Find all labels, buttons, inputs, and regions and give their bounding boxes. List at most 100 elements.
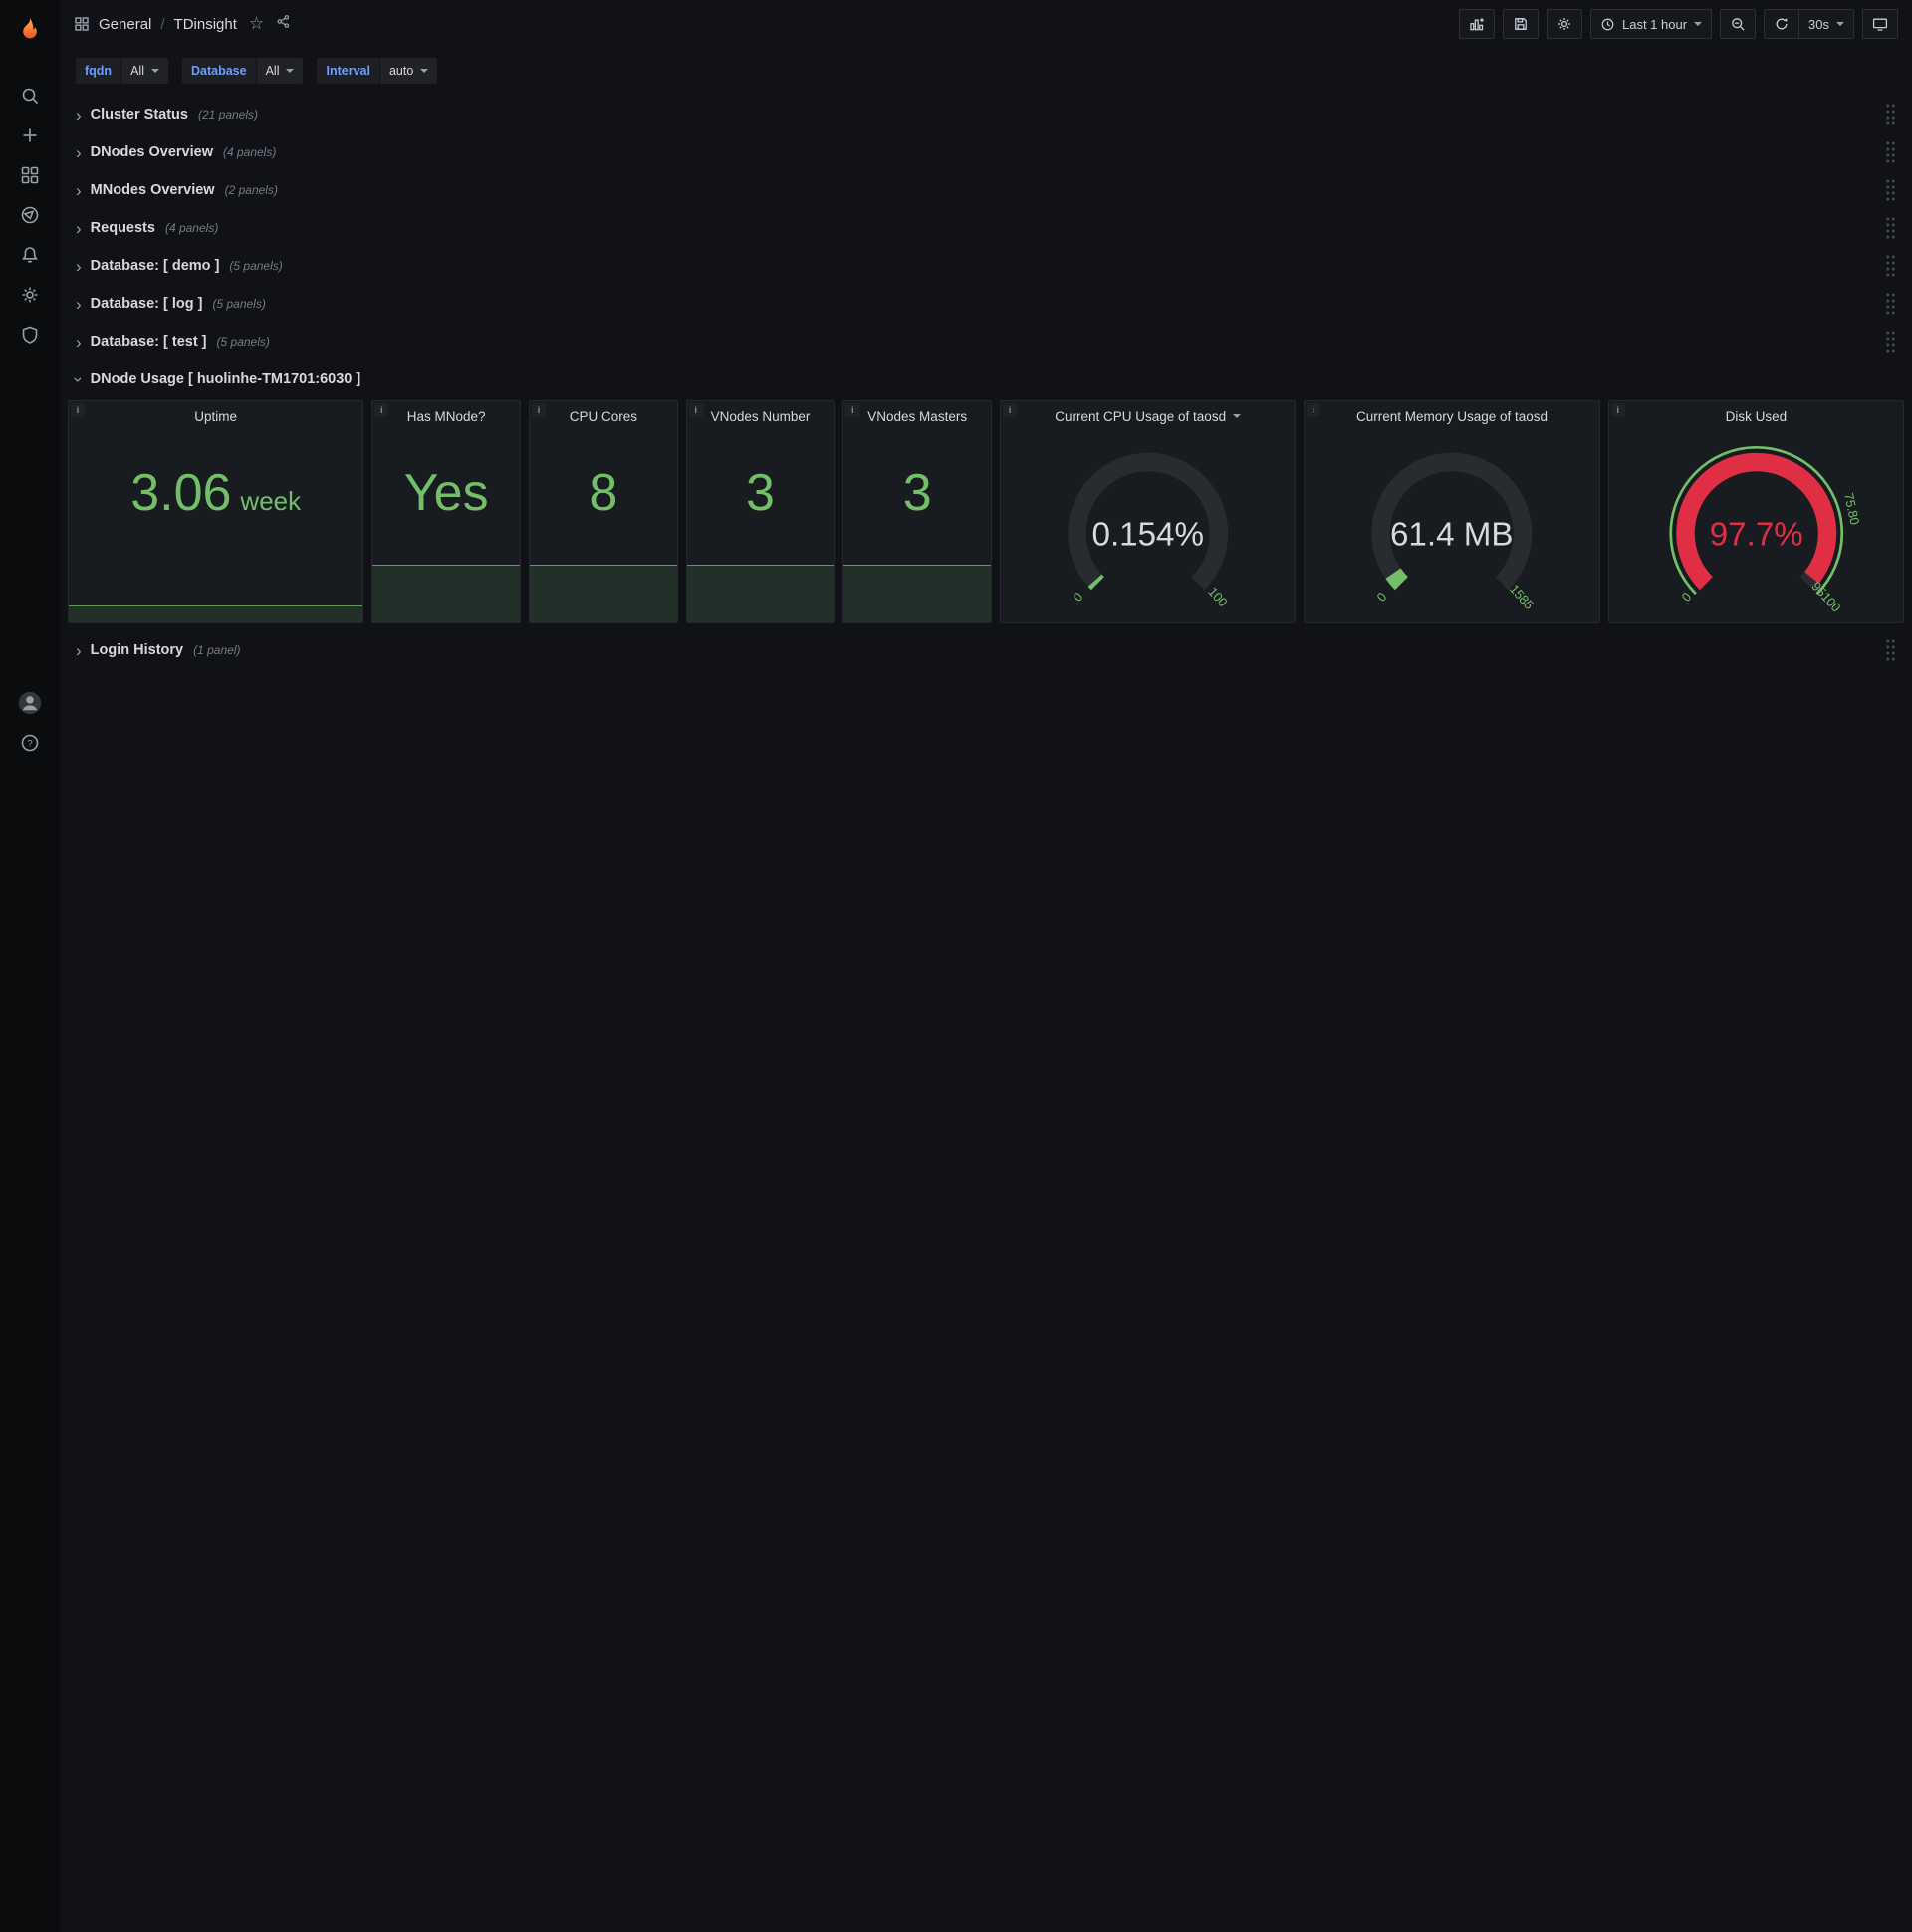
breadcrumb-folder[interactable]: General: [99, 16, 151, 33]
dashboard-row-dnode-usage[interactable]: › DNode Usage [ huolinhe-TM1701:6030 ]: [68, 361, 1904, 398]
stat-panel-cpu-cores: i CPU Cores 8: [529, 400, 678, 623]
stat-panels-row: i Uptime 3.06 week i Has MNode? Yes i CPU Cores 8…: [68, 400, 1904, 623]
time-range-picker[interactable]: Last 1 hour: [1589, 9, 1713, 39]
row-title: DNodes Overview: [90, 144, 213, 160]
dashboard-settings-button[interactable]: [1546, 9, 1582, 39]
collapsed-rows-bottom: › Login History (1 panel): [68, 631, 1904, 669]
configuration-gear-icon[interactable]: [8, 275, 52, 315]
dashboard-body: › Cluster Status (21 panels) › DNodes Overvi…: [60, 94, 1912, 1932]
row-panel-count: (1 panel): [193, 643, 241, 657]
share-icon[interactable]: [276, 14, 291, 34]
server-admin-shield-icon[interactable]: [8, 315, 52, 355]
main-area: General / TDinsight ☆ Last 1 hour 30s fq…: [60, 0, 1912, 1932]
dashboard-row-database-demo[interactable]: › Database: [ demo ] (5 panels): [68, 247, 1904, 285]
dashboard-row-login-history[interactable]: › Login History (1 panel): [68, 631, 1904, 669]
chevron-right-icon: ›: [76, 105, 82, 124]
variable-value-dropdown-interval[interactable]: auto: [379, 58, 438, 84]
stat-panel-vnodes-masters: i VNodes Masters 3: [842, 400, 993, 623]
refresh-button[interactable]: [1764, 9, 1800, 39]
row-panel-count: (4 panels): [164, 221, 219, 235]
gauge-panel-disk-used-header[interactable]: Disk Used: [1609, 401, 1903, 431]
chevron-right-icon: ›: [76, 180, 82, 200]
refresh-interval-label: 30s: [1808, 16, 1829, 32]
dashboard-row-database-test[interactable]: › Database: [ test ] (5 panels): [68, 323, 1904, 361]
variable-interval: Interval auto: [317, 58, 438, 84]
row-drag-handle[interactable]: [1885, 178, 1896, 202]
save-dashboard-button[interactable]: [1502, 9, 1539, 39]
row-title: Database: [ demo ]: [90, 258, 220, 274]
gauge-panel-current-memory-usage-of-taosd: i Current Memory Usage of taosd 0 1585 61.4 …: [1304, 400, 1600, 623]
add-panel-button[interactable]: [1458, 9, 1495, 39]
svg-text:0: 0: [1070, 589, 1085, 604]
row-drag-handle[interactable]: [1885, 292, 1896, 316]
dashboard-row-database-log[interactable]: › Database: [ log ] (5 panels): [68, 285, 1904, 323]
row-drag-handle[interactable]: [1885, 254, 1896, 278]
breadcrumb-dashboard-title[interactable]: TDinsight: [174, 16, 237, 33]
search-icon[interactable]: [8, 76, 52, 116]
gauge-panel-current-cpu-usage-of-taosd-header[interactable]: Current CPU Usage of taosd: [1001, 401, 1295, 431]
row-drag-handle[interactable]: [1885, 638, 1896, 662]
svg-text:0.154%: 0.154%: [1091, 516, 1203, 553]
svg-text:75.80: 75.80: [1841, 491, 1862, 526]
chevron-right-icon: ›: [76, 332, 82, 352]
svg-text:1585: 1585: [1507, 581, 1537, 611]
user-avatar[interactable]: [8, 683, 52, 723]
stat-sparkline: [686, 565, 835, 622]
chevron-down-icon: [1836, 22, 1844, 26]
gauge-panel-current-memory-usage-of-taosd-header[interactable]: Current Memory Usage of taosd: [1305, 401, 1598, 431]
dashboard-row-requests[interactable]: › Requests (4 panels): [68, 209, 1904, 247]
stat-body: 3: [686, 431, 835, 622]
stat-body: 3.06 week: [69, 431, 363, 622]
stat-body: 8: [530, 431, 677, 622]
alerting-bell-icon[interactable]: [8, 235, 52, 275]
row-drag-handle[interactable]: [1885, 216, 1896, 240]
dashboard-row-cluster-status[interactable]: › Cluster Status (21 panels): [68, 96, 1904, 133]
stat-value: 3.06: [130, 464, 232, 522]
row-drag-handle[interactable]: [1885, 140, 1896, 164]
chevron-right-icon: ›: [76, 294, 82, 314]
row-title: Login History: [90, 642, 184, 658]
stat-panel-has-mnode-header[interactable]: Has MNode?: [372, 401, 520, 431]
variable-label-interval[interactable]: Interval: [317, 58, 379, 84]
topnav-actions: Last 1 hour 30s: [1458, 9, 1898, 39]
dashboard-row-dnodes-overview[interactable]: › DNodes Overview (4 panels): [68, 133, 1904, 171]
chevron-down-icon: [286, 69, 295, 73]
gauge-panel-current-memory-usage-of-taosd-title: Current Memory Usage of taosd: [1355, 408, 1549, 424]
explore-compass-icon[interactable]: [8, 195, 52, 235]
variable-label-fqdn[interactable]: fqdn: [76, 58, 121, 84]
variable-label-database[interactable]: Database: [181, 58, 256, 84]
stat-panel-vnodes-number-header[interactable]: VNodes Number: [687, 401, 835, 431]
row-drag-handle[interactable]: [1885, 330, 1896, 354]
stat-body: 3: [843, 431, 992, 622]
variable-value-text: All: [130, 64, 144, 78]
stat-panel-cpu-cores-header[interactable]: CPU Cores: [530, 401, 677, 431]
dashboards-icon[interactable]: [8, 155, 52, 195]
breadcrumb: General / TDinsight: [74, 16, 237, 33]
create-plus-icon[interactable]: [8, 116, 52, 155]
refresh-interval-picker[interactable]: 30s: [1799, 9, 1854, 39]
chevron-right-icon: ›: [76, 142, 82, 162]
stat-panel-uptime-header[interactable]: Uptime: [69, 401, 362, 431]
variables-row: fqdn All Database All Interval auto: [60, 48, 1912, 94]
stat-value: 3: [746, 464, 775, 522]
row-title: Database: [ log ]: [90, 296, 203, 312]
top-navbar: General / TDinsight ☆ Last 1 hour 30s: [60, 0, 1912, 48]
stat-panel-cpu-cores-title: CPU Cores: [569, 408, 637, 424]
star-icon[interactable]: ☆: [249, 14, 264, 34]
help-icon[interactable]: ?: [8, 723, 52, 763]
chevron-right-icon: ›: [76, 640, 82, 660]
chevron-down-icon: [1694, 22, 1703, 26]
cpu-gauge: 0 100 0.154%: [1001, 431, 1295, 622]
stat-panel-vnodes-masters-header[interactable]: VNodes Masters: [843, 401, 991, 431]
zoom-out-time-button[interactable]: [1720, 9, 1757, 39]
row-panel-count: (5 panels): [229, 259, 283, 273]
svg-text:100: 100: [1205, 584, 1231, 609]
dashboard-row-mnodes-overview[interactable]: › MNodes Overview (2 panels): [68, 171, 1904, 209]
cycle-view-mode-button[interactable]: [1862, 9, 1898, 39]
variable-value-dropdown-database[interactable]: All: [256, 58, 304, 84]
variable-value-dropdown-fqdn[interactable]: All: [121, 58, 168, 84]
row-drag-handle[interactable]: [1885, 103, 1896, 126]
grafana-logo[interactable]: [8, 10, 52, 50]
svg-text:?: ?: [27, 739, 32, 750]
stat-panel-vnodes-number: i VNodes Number 3: [685, 400, 836, 623]
